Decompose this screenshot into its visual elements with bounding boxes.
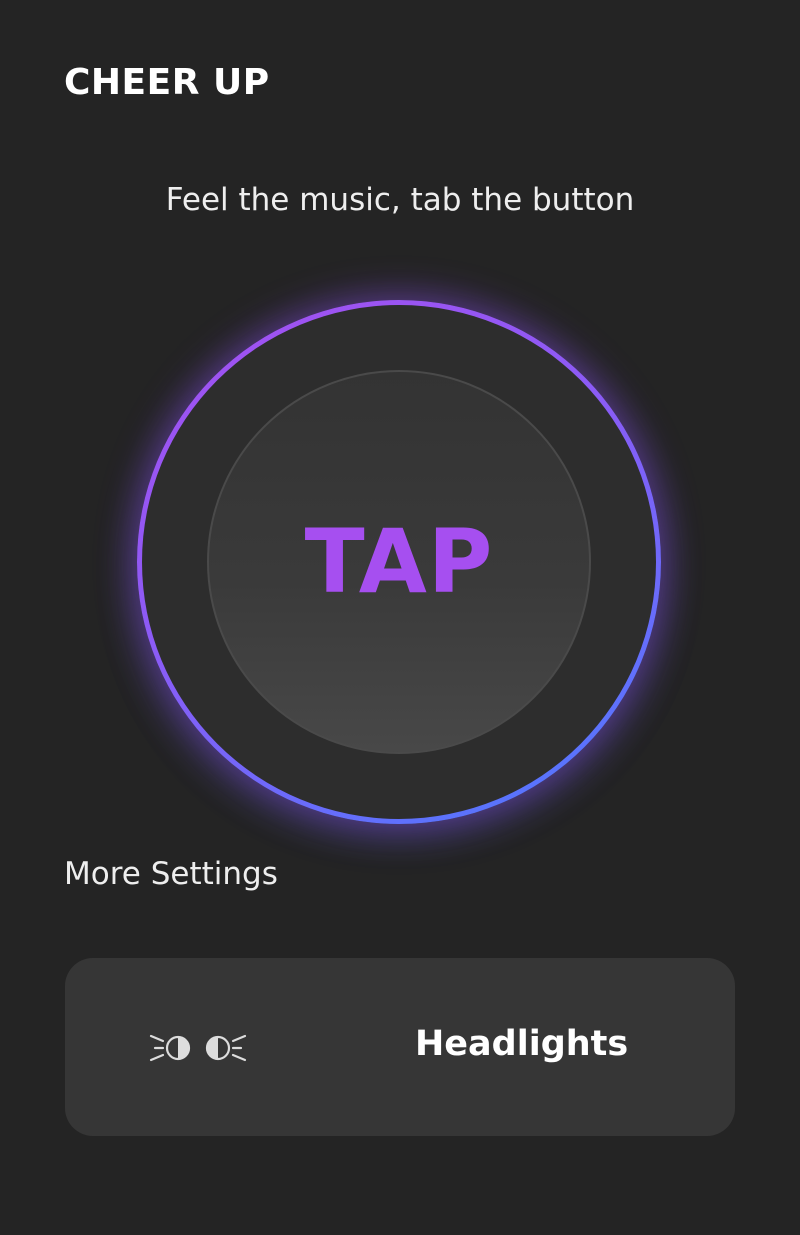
headlights-label: Headlights	[415, 1024, 629, 1064]
more-settings-heading: More Settings	[64, 856, 278, 892]
instruction-text: Feel the music, tab the button	[165, 182, 635, 218]
tap-button[interactable]: TAP	[137, 300, 661, 824]
page-title: CHEER UP	[64, 62, 270, 103]
tap-button-knob[interactable]: TAP	[207, 370, 591, 754]
tap-button-label: TAP	[304, 510, 494, 613]
tap-button-ring: TAP	[142, 305, 656, 819]
headlights-icon	[149, 1034, 247, 1062]
